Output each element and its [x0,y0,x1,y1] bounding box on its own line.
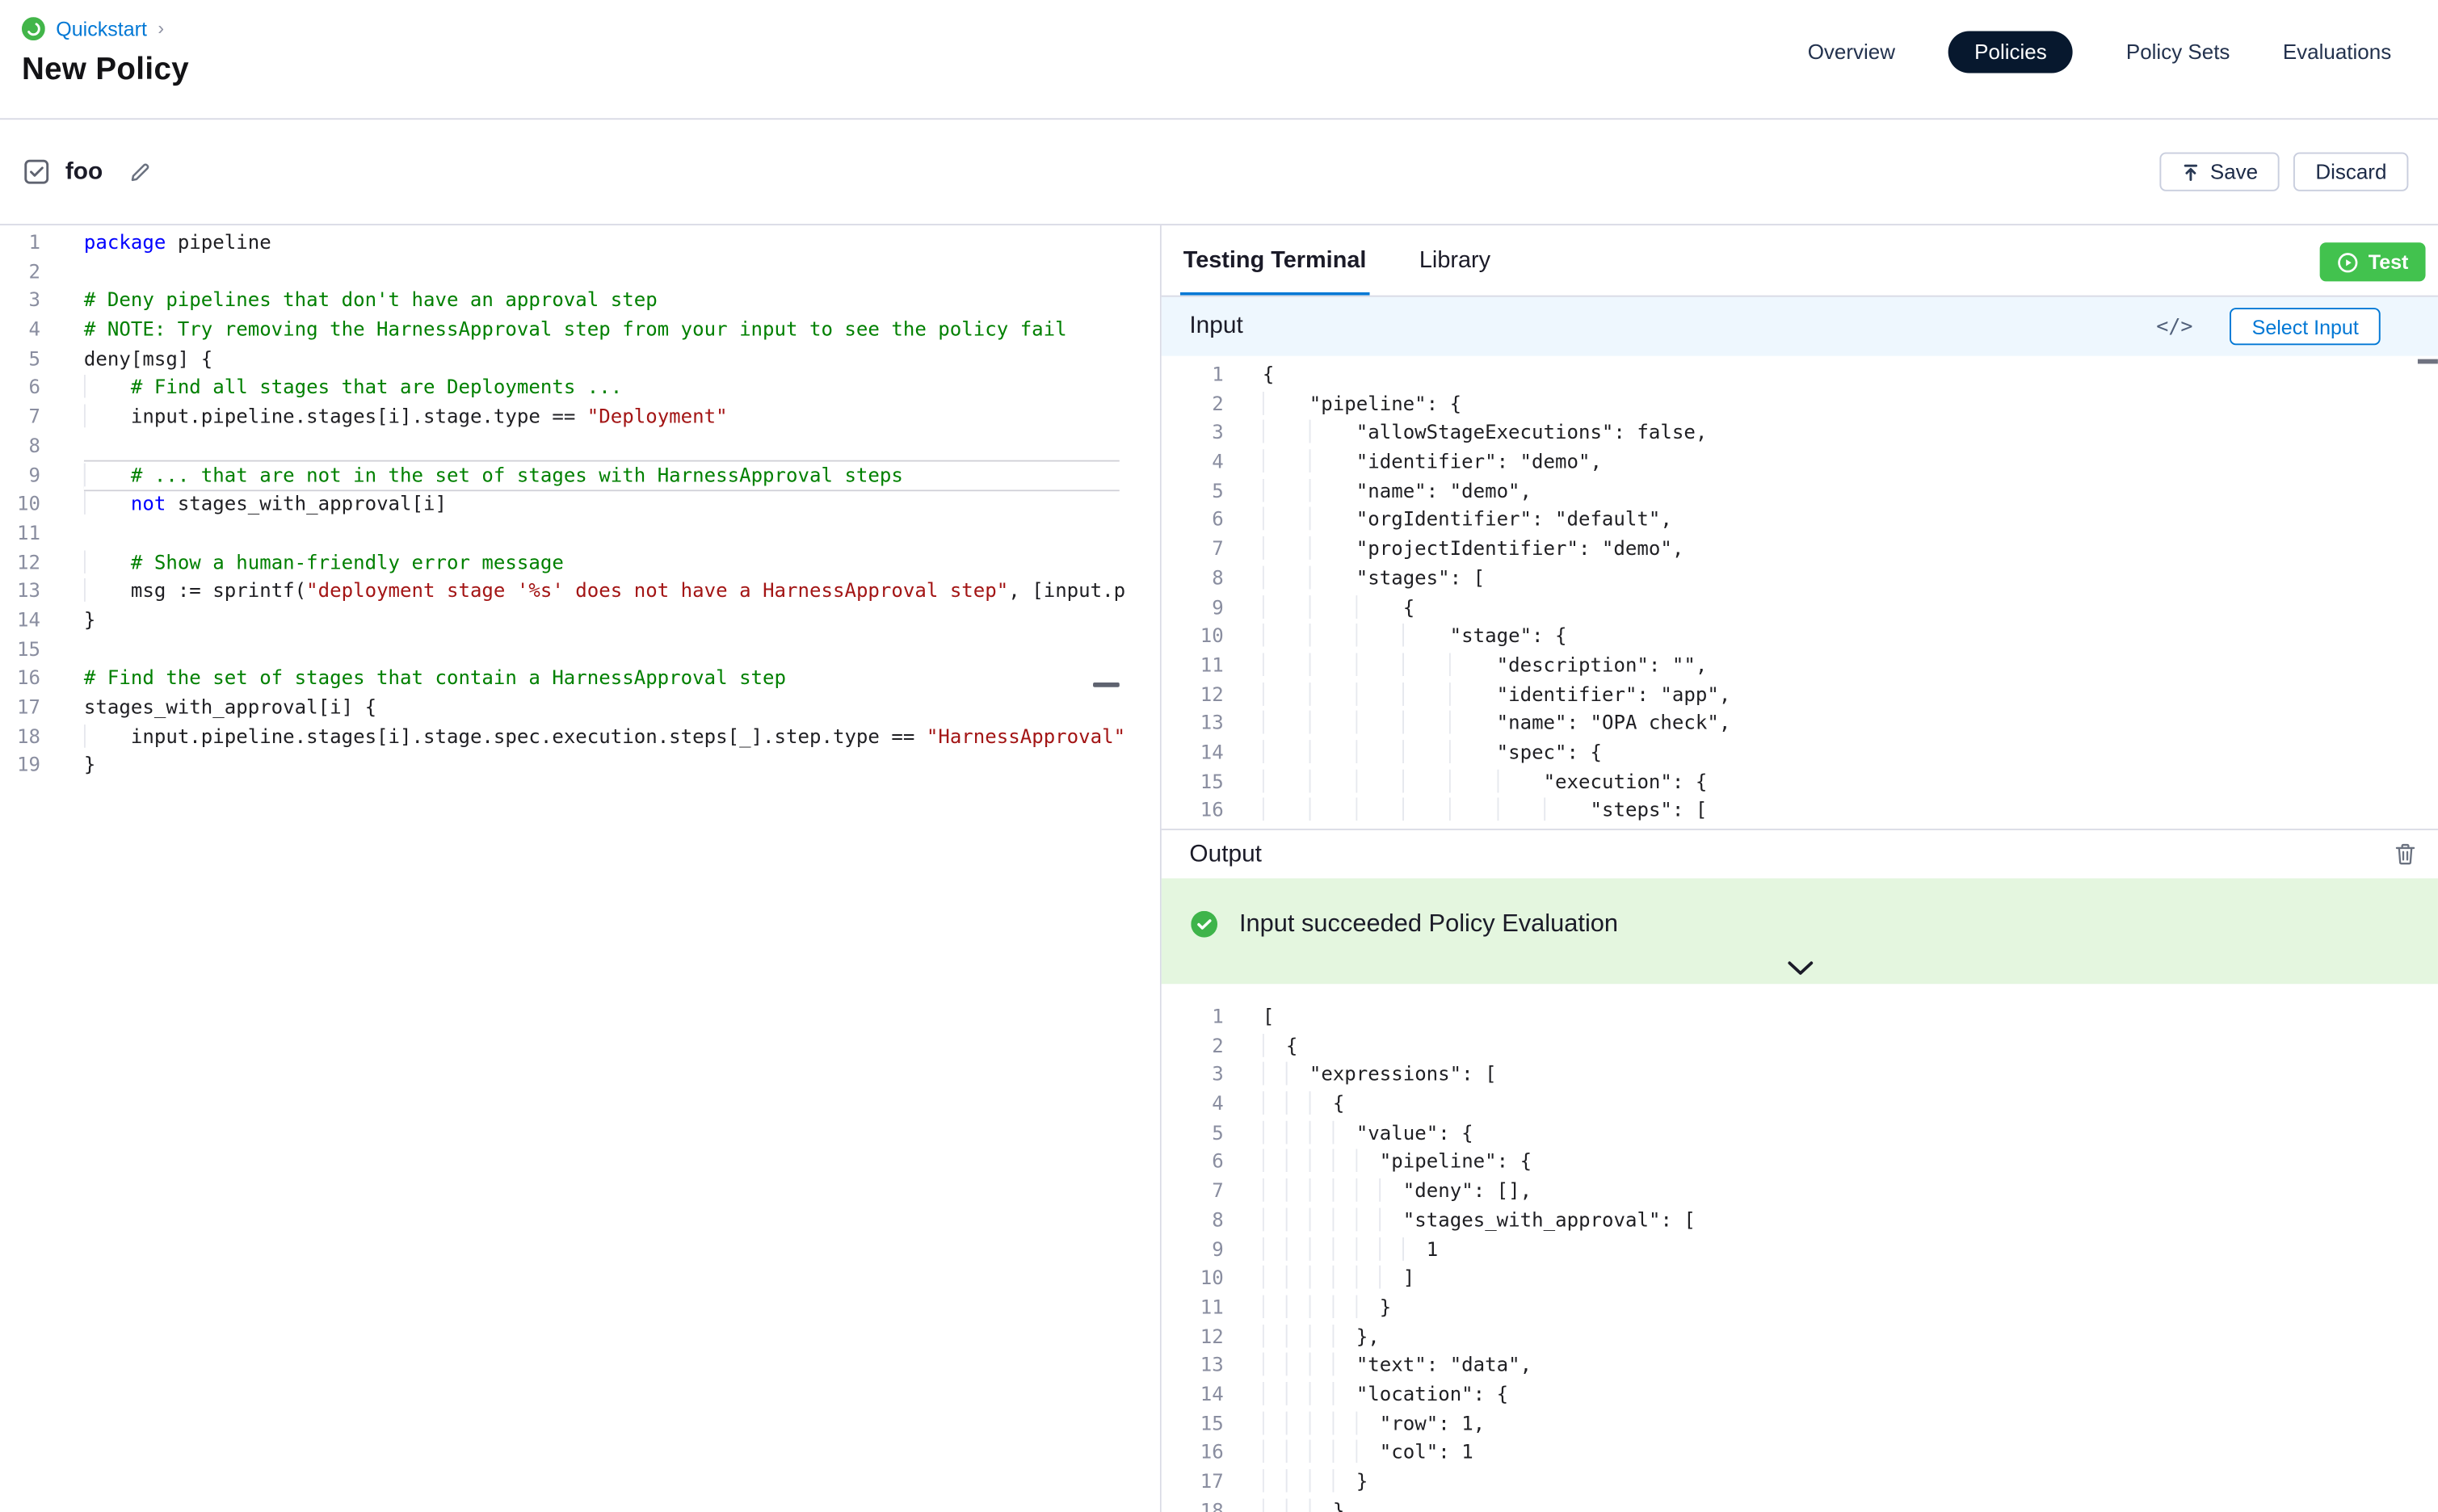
code-line: 14} [0,607,1160,636]
input-code-editor[interactable]: 1{2 "pipeline": {3 "allowStageExecutions… [1162,356,2438,829]
discard-button-label: Discard [2315,160,2386,183]
edit-name-icon[interactable] [129,161,151,183]
code-line: 16 "steps": [ [1162,796,2438,825]
test-button-label: Test [2369,250,2409,274]
terminal-tab-bar: Testing Terminal Library Test [1162,225,2438,297]
code-line: 11 } [1162,1293,2438,1322]
policy-toolbar: foo Save Discard [0,120,2438,225]
save-button[interactable]: Save [2160,153,2280,191]
code-line: 8 "stages_with_approval": [ [1162,1206,2438,1235]
code-line: 13 "text": "data", [1162,1351,2438,1380]
nav-tab-evaluations[interactable]: Evaluations [2283,40,2391,64]
code-line: 12 }, [1162,1322,2438,1351]
output-code-editor[interactable]: 1[2 {3 "expressions": [4 {5 "value": {6 … [1162,984,2438,1512]
code-line: 7 "deny": [], [1162,1177,2438,1206]
code-line: 17 } [1162,1468,2438,1497]
breadcrumb-project-link[interactable]: Quickstart [56,16,147,40]
project-logo-icon [22,16,45,40]
code-line: 8 [0,432,1160,461]
play-icon [2337,251,2359,273]
code-line: 10 ] [1162,1264,2438,1293]
code-line: 4 "identifier": "demo", [1162,447,2438,477]
code-line: 2 "pipeline": { [1162,389,2438,418]
code-line: 14 "spec": { [1162,738,2438,767]
code-line: 1[ [1162,1002,2438,1031]
code-line: 4# NOTE: Try removing the HarnessApprova… [0,316,1160,345]
nav-tab-overview[interactable]: Overview [1808,40,1895,64]
evaluation-success-banner: Input succeeded Policy Evaluation [1162,878,2438,984]
nav-tab-policies[interactable]: Policies [1948,31,2073,73]
tab-library[interactable]: Library [1416,225,1494,296]
policy-code-editor[interactable]: 1package pipeline23# Deny pipelines that… [0,225,1160,1512]
code-line: 16# Find the set of stages that contain … [0,664,1160,693]
code-line: 15 "row": 1, [1162,1409,2438,1438]
testing-terminal-panel: Testing Terminal Library Test Input </> … [1160,225,2438,1512]
code-line: 3 "allowStageExecutions": false, [1162,418,2438,447]
code-line: 6 # Find all stages that are Deployments… [0,374,1160,403]
code-line: 1package pipeline [0,229,1160,258]
code-line: 6 "pipeline": { [1162,1148,2438,1177]
upload-arrow-icon [2182,162,2201,181]
code-line: 5deny[msg] { [0,345,1160,374]
page-header: Quickstart › New Policy Overview Policie… [0,0,2438,120]
code-line: 19} [0,751,1160,780]
chevron-down-icon[interactable] [1786,960,1814,976]
policy-name: foo [65,158,103,186]
code-line: 14 "location": { [1162,1380,2438,1409]
code-line: 8 "stages": [ [1162,564,2438,593]
code-line: 18 } [1162,1497,2438,1512]
code-line: 11 "description": "", [1162,651,2438,680]
code-line: 7 "projectIdentifier": "demo", [1162,535,2438,564]
success-check-icon [1191,911,1217,945]
code-line: 13 "name": "OPA check", [1162,709,2438,738]
code-line: 2 [0,258,1160,287]
code-line: 13 msg := sprintf("deployment stage '%s'… [0,578,1160,607]
code-line: 3 "expressions": [ [1162,1060,2438,1090]
select-input-button[interactable]: Select Input [2230,308,2381,345]
main-content: 1package pipeline23# Deny pipelines that… [0,225,2438,1512]
output-section-header: Output [1162,829,2438,879]
scrollbar-thumb[interactable] [2418,359,2438,364]
chevron-right-icon: › [158,19,164,37]
test-button[interactable]: Test [2320,242,2425,281]
code-line: 5 "name": "demo", [1162,477,2438,506]
code-line: 16 "col": 1 [1162,1438,2438,1468]
top-navigation: Overview Policies Policy Sets Evaluation… [1808,31,2391,73]
code-line: 1{ [1162,361,2438,390]
code-line: 9 { [1162,593,2438,622]
code-line: 7 input.pipeline.stages[i].stage.type ==… [0,403,1160,432]
code-view-icon[interactable]: </> [2156,315,2192,338]
code-line: 11 [0,519,1160,548]
code-line: 9 # ... that are not in the set of stage… [0,461,1160,490]
policy-check-icon [23,158,50,185]
discard-button[interactable]: Discard [2293,153,2408,191]
code-line: 12 # Show a human-friendly error message [0,548,1160,578]
code-line: 4 { [1162,1090,2438,1119]
success-message: Input succeeded Policy Evaluation [1239,911,1618,939]
code-line: 5 "value": { [1162,1119,2438,1148]
nav-tab-policy-sets[interactable]: Policy Sets [2126,40,2230,64]
code-line: 15 [0,635,1160,664]
code-line: 18 input.pipeline.stages[i].stage.spec.e… [0,722,1160,751]
input-title: Input [1189,313,2156,341]
code-line: 15 "execution": { [1162,767,2438,796]
code-line: 12 "identifier": "app", [1162,680,2438,709]
code-line: 17stages_with_approval[i] { [0,693,1160,722]
code-line: 9 1 [1162,1235,2438,1264]
input-section-header: Input </> Select Input [1162,297,2438,356]
code-line: 10 not stages_with_approval[i] [0,490,1160,519]
clear-output-trash-icon[interactable] [2394,842,2416,866]
output-title: Output [1189,840,2394,868]
app-window: Quickstart › New Policy Overview Policie… [0,0,2438,1512]
code-line: 2 { [1162,1031,2438,1060]
fold-marker [1093,682,1120,687]
tab-testing-terminal[interactable]: Testing Terminal [1180,225,1369,296]
code-line: 3# Deny pipelines that don't have an app… [0,287,1160,316]
save-button-label: Save [2210,160,2258,183]
code-line: 6 "orgIdentifier": "default", [1162,506,2438,535]
code-line: 10 "stage": { [1162,622,2438,651]
